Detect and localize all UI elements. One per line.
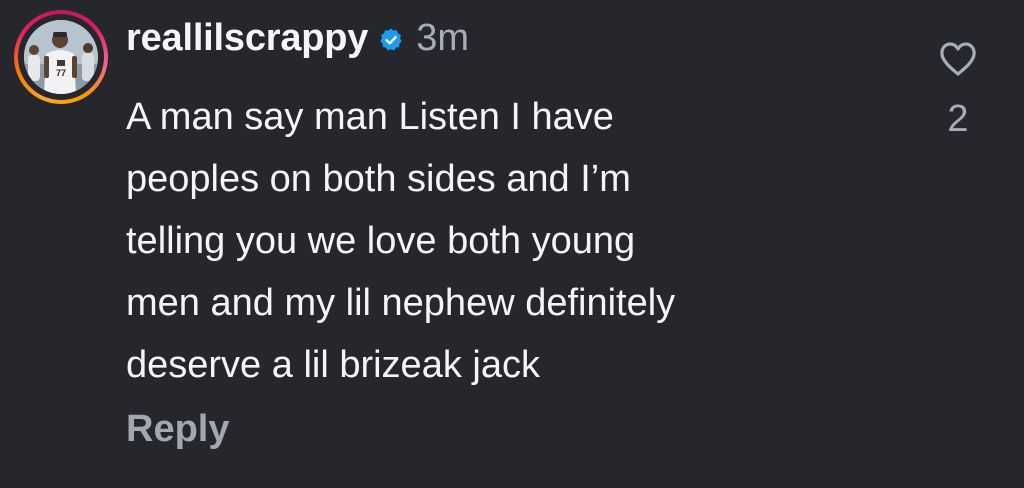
- comment-item: 77 reallilscrappy 3m A man say man Liste…: [0, 0, 1024, 488]
- avatar-story-ring[interactable]: 77: [14, 10, 108, 104]
- comment-text: A man say man Listen I have peoples on b…: [126, 96, 676, 386]
- username-link[interactable]: reallilscrappy: [126, 17, 368, 60]
- like-count: 2: [947, 98, 969, 140]
- avatar[interactable]: 77: [24, 20, 98, 94]
- verified-badge-icon: [380, 28, 402, 51]
- avatar-ring-gap: 77: [18, 14, 104, 100]
- comment-header: reallilscrappy 3m: [126, 12, 469, 64]
- svg-text:77: 77: [56, 68, 66, 78]
- reply-button[interactable]: Reply: [126, 408, 229, 451]
- comment-timestamp: 3m: [416, 16, 470, 59]
- like-control: 2: [930, 40, 986, 141]
- heart-outline-icon[interactable]: [938, 40, 978, 78]
- avatar-photo: 77: [24, 20, 98, 94]
